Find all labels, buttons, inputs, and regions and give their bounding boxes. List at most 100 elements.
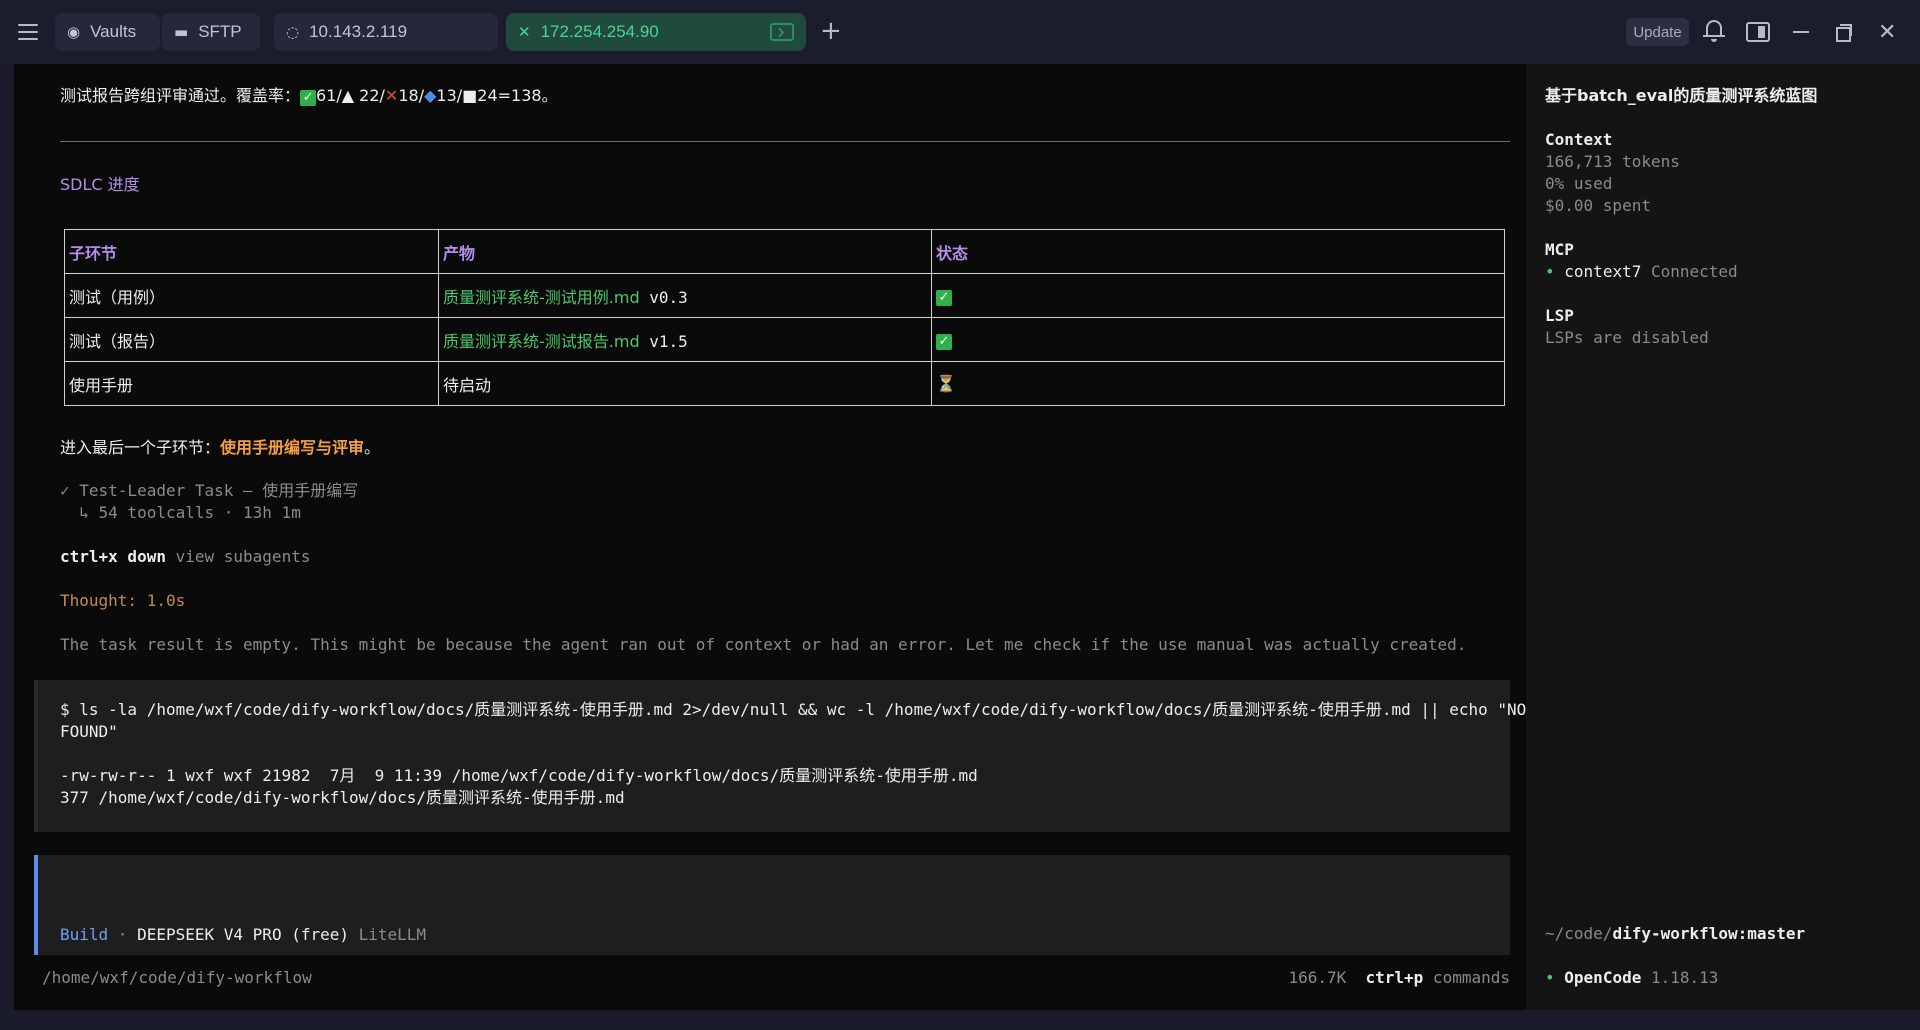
git-branch: ~/code/dify-workflow:master	[1545, 923, 1805, 945]
token-count: 166.7K	[1288, 968, 1347, 987]
table-row: 测试（用例） 质量测评系统-测试用例.md v0.3 ✓	[64, 273, 1505, 318]
artifact-version: v1.5	[639, 331, 688, 351]
col-header-status: 状态	[931, 229, 1505, 274]
mcp-status: Connected	[1641, 262, 1738, 281]
cell-stage: 使用手册	[64, 361, 439, 406]
app-name-b: Code	[1602, 968, 1642, 987]
bash-output: -rw-rw-r-- 1 wxf wxf 21982 7月 9 11:39 /h…	[60, 766, 978, 785]
update-button[interactable]: Update	[1626, 18, 1689, 46]
context-used: 0% used	[1545, 174, 1613, 193]
top-bar: ◉ Vaults ▬ SFTP ◌ 10.143.2.119 ✕ 172.254…	[0, 0, 1920, 64]
coverage-warn: 22	[359, 86, 380, 105]
mcp-server: • context7 Connected	[1545, 261, 1738, 283]
cell-artifact: 待启动	[438, 361, 932, 406]
model-selector[interactable]: Build · DEEPSEEK V4 PRO (free) LiteLLM	[60, 924, 426, 946]
session-sidebar: 基于batch_eval的质量测评系统蓝图 Context 166,713 to…	[1526, 64, 1920, 1010]
cell-status: ⏳	[931, 361, 1505, 406]
table-header-row: 子环节 产物 状态	[64, 229, 1505, 274]
next-suffix: 。	[364, 438, 381, 457]
next-highlight: 使用手册编写与评审	[220, 438, 365, 457]
cwd-prefix: ~/code/	[1545, 924, 1613, 943]
divider	[60, 141, 1510, 142]
bash-command-cont: FOUND"	[60, 722, 118, 741]
cell-stage: 测试（报告）	[64, 317, 439, 362]
hourglass-icon: ⏳	[936, 374, 956, 393]
sdlc-title: SDLC 进度	[60, 175, 140, 194]
prompt-input[interactable]: Build · DEEPSEEK V4 PRO (free) LiteLLM	[34, 855, 1510, 955]
status-dot-icon: •	[1545, 968, 1555, 987]
col-header-stage: 子环节	[64, 229, 439, 274]
bell-icon[interactable]	[1703, 18, 1725, 44]
cell-artifact: 质量测评系统-测试用例.md v0.3	[438, 273, 932, 318]
close-window-icon[interactable]: ✕	[1878, 20, 1896, 45]
session-title: 基于batch_eval的质量测评系统蓝图	[1545, 86, 1818, 105]
table-row: 使用手册 待启动 ⏳	[64, 361, 1505, 406]
col-header-artifact: 产物	[438, 229, 932, 274]
status-dot-icon: •	[1545, 262, 1555, 281]
minimize-icon[interactable]	[1793, 31, 1809, 33]
tab-label: 10.143.2.119	[309, 22, 408, 41]
terminal-main[interactable]: 测试报告跨组评审通过。覆盖率： ✓ 61/▲ 22/✕18/◆13/■24=138。…	[14, 64, 1536, 1010]
version-number: 1.18.13	[1641, 968, 1719, 987]
subagent-task[interactable]: ✓ Test-Leader Task — 使用手册编写	[60, 480, 358, 502]
cross-icon: ✕	[384, 86, 399, 105]
tab-host-172-254-254-90[interactable]: ✕ 172.254.254.90	[506, 13, 806, 51]
tab-host-10-143-2-119[interactable]: ◌ 10.143.2.119	[274, 13, 498, 51]
tab-sftp[interactable]: ▬ SFTP	[162, 13, 260, 51]
diamond-icon: ◆	[424, 86, 437, 105]
coverage-info: 13	[436, 86, 457, 105]
bash-command: $ ls -la /home/wxf/code/dify-workflow/do…	[60, 700, 1536, 719]
status-right: 166.7K ctrl+p commands	[1288, 967, 1510, 989]
tab-label: SFTP	[198, 22, 242, 41]
bash-output: 377 /home/wxf/code/dify-workflow/docs/质量…	[60, 788, 625, 807]
mcp-label: MCP	[1545, 240, 1574, 259]
lsp-label: LSP	[1545, 306, 1574, 325]
next-prefix: 进入最后一个子环节：	[60, 438, 221, 457]
terminal-icon	[770, 23, 794, 41]
loading-icon: ◌	[286, 23, 300, 41]
cell-artifact: 质量测评系统-测试报告.md v1.5	[438, 317, 932, 362]
app-version: • OpenCode 1.18.13	[1545, 967, 1718, 989]
coverage-summary: 测试报告跨组评审通过。覆盖率： ✓ 61/▲ 22/✕18/◆13/■24=138。	[60, 86, 558, 106]
thought-label: Thought: 1.0s	[60, 591, 186, 610]
working-directory: /home/wxf/code/dify-workflow	[42, 968, 312, 987]
folder-icon: ▬	[174, 23, 189, 41]
tab-label: 172.254.254.90	[540, 22, 659, 41]
square-icon: ■	[462, 86, 478, 105]
hamburger-menu-icon[interactable]	[18, 18, 42, 46]
add-tab-button[interactable]: +	[820, 16, 842, 46]
lsp-status: LSPs are disabled	[1545, 328, 1709, 347]
artifact-version: 待启动	[443, 375, 492, 395]
coverage-other: 24	[477, 86, 498, 105]
context-label: Context	[1545, 130, 1613, 149]
model-name: DEEPSEEK V4 PRO (free)	[137, 925, 349, 944]
context-tokens: 166,713 tokens	[1545, 152, 1680, 171]
artifact-link[interactable]: 质量测评系统-测试用例.md	[443, 288, 640, 307]
commands-label: commands	[1423, 968, 1510, 987]
subagent-task-stats: ↳ 54 toolcalls · 13h 1m	[60, 503, 301, 522]
restore-icon[interactable]	[1836, 24, 1852, 42]
cell-status: ✓	[931, 317, 1505, 362]
tab-vaults[interactable]: ◉ Vaults	[55, 13, 160, 51]
side-panel-icon[interactable]	[1746, 22, 1770, 42]
mode-label: Build	[60, 925, 109, 944]
close-tab-icon[interactable]: ✕	[518, 23, 531, 41]
provider-name: LiteLLM	[349, 925, 427, 944]
table-row: 测试（报告） 质量测评系统-测试报告.md v1.5 ✓	[64, 317, 1505, 362]
cell-stage: 测试（用例）	[64, 273, 439, 318]
shortcut-desc: view subagents	[165, 547, 311, 566]
assistant-message: The task result is empty. This might be …	[60, 635, 1467, 654]
artifact-version: v0.3	[639, 287, 688, 307]
cell-status: ✓	[931, 273, 1505, 318]
commands-key[interactable]: ctrl+p	[1366, 968, 1424, 987]
shortcut-hint: ctrl+x down view subagents	[60, 546, 310, 568]
cwd-repo: dify-workflow:master	[1612, 924, 1806, 943]
warning-icon: ▲	[341, 86, 355, 105]
artifact-link[interactable]: 质量测评系统-测试报告.md	[443, 332, 640, 351]
shortcut-key: ctrl+x down	[60, 547, 166, 566]
bash-output-block: $ ls -la /home/wxf/code/dify-workflow/do…	[34, 680, 1536, 832]
separator: ·	[108, 925, 138, 944]
check-icon: ✓	[936, 289, 952, 306]
coverage-ok: 61	[316, 86, 337, 105]
coverage-total: =138。	[497, 86, 558, 105]
